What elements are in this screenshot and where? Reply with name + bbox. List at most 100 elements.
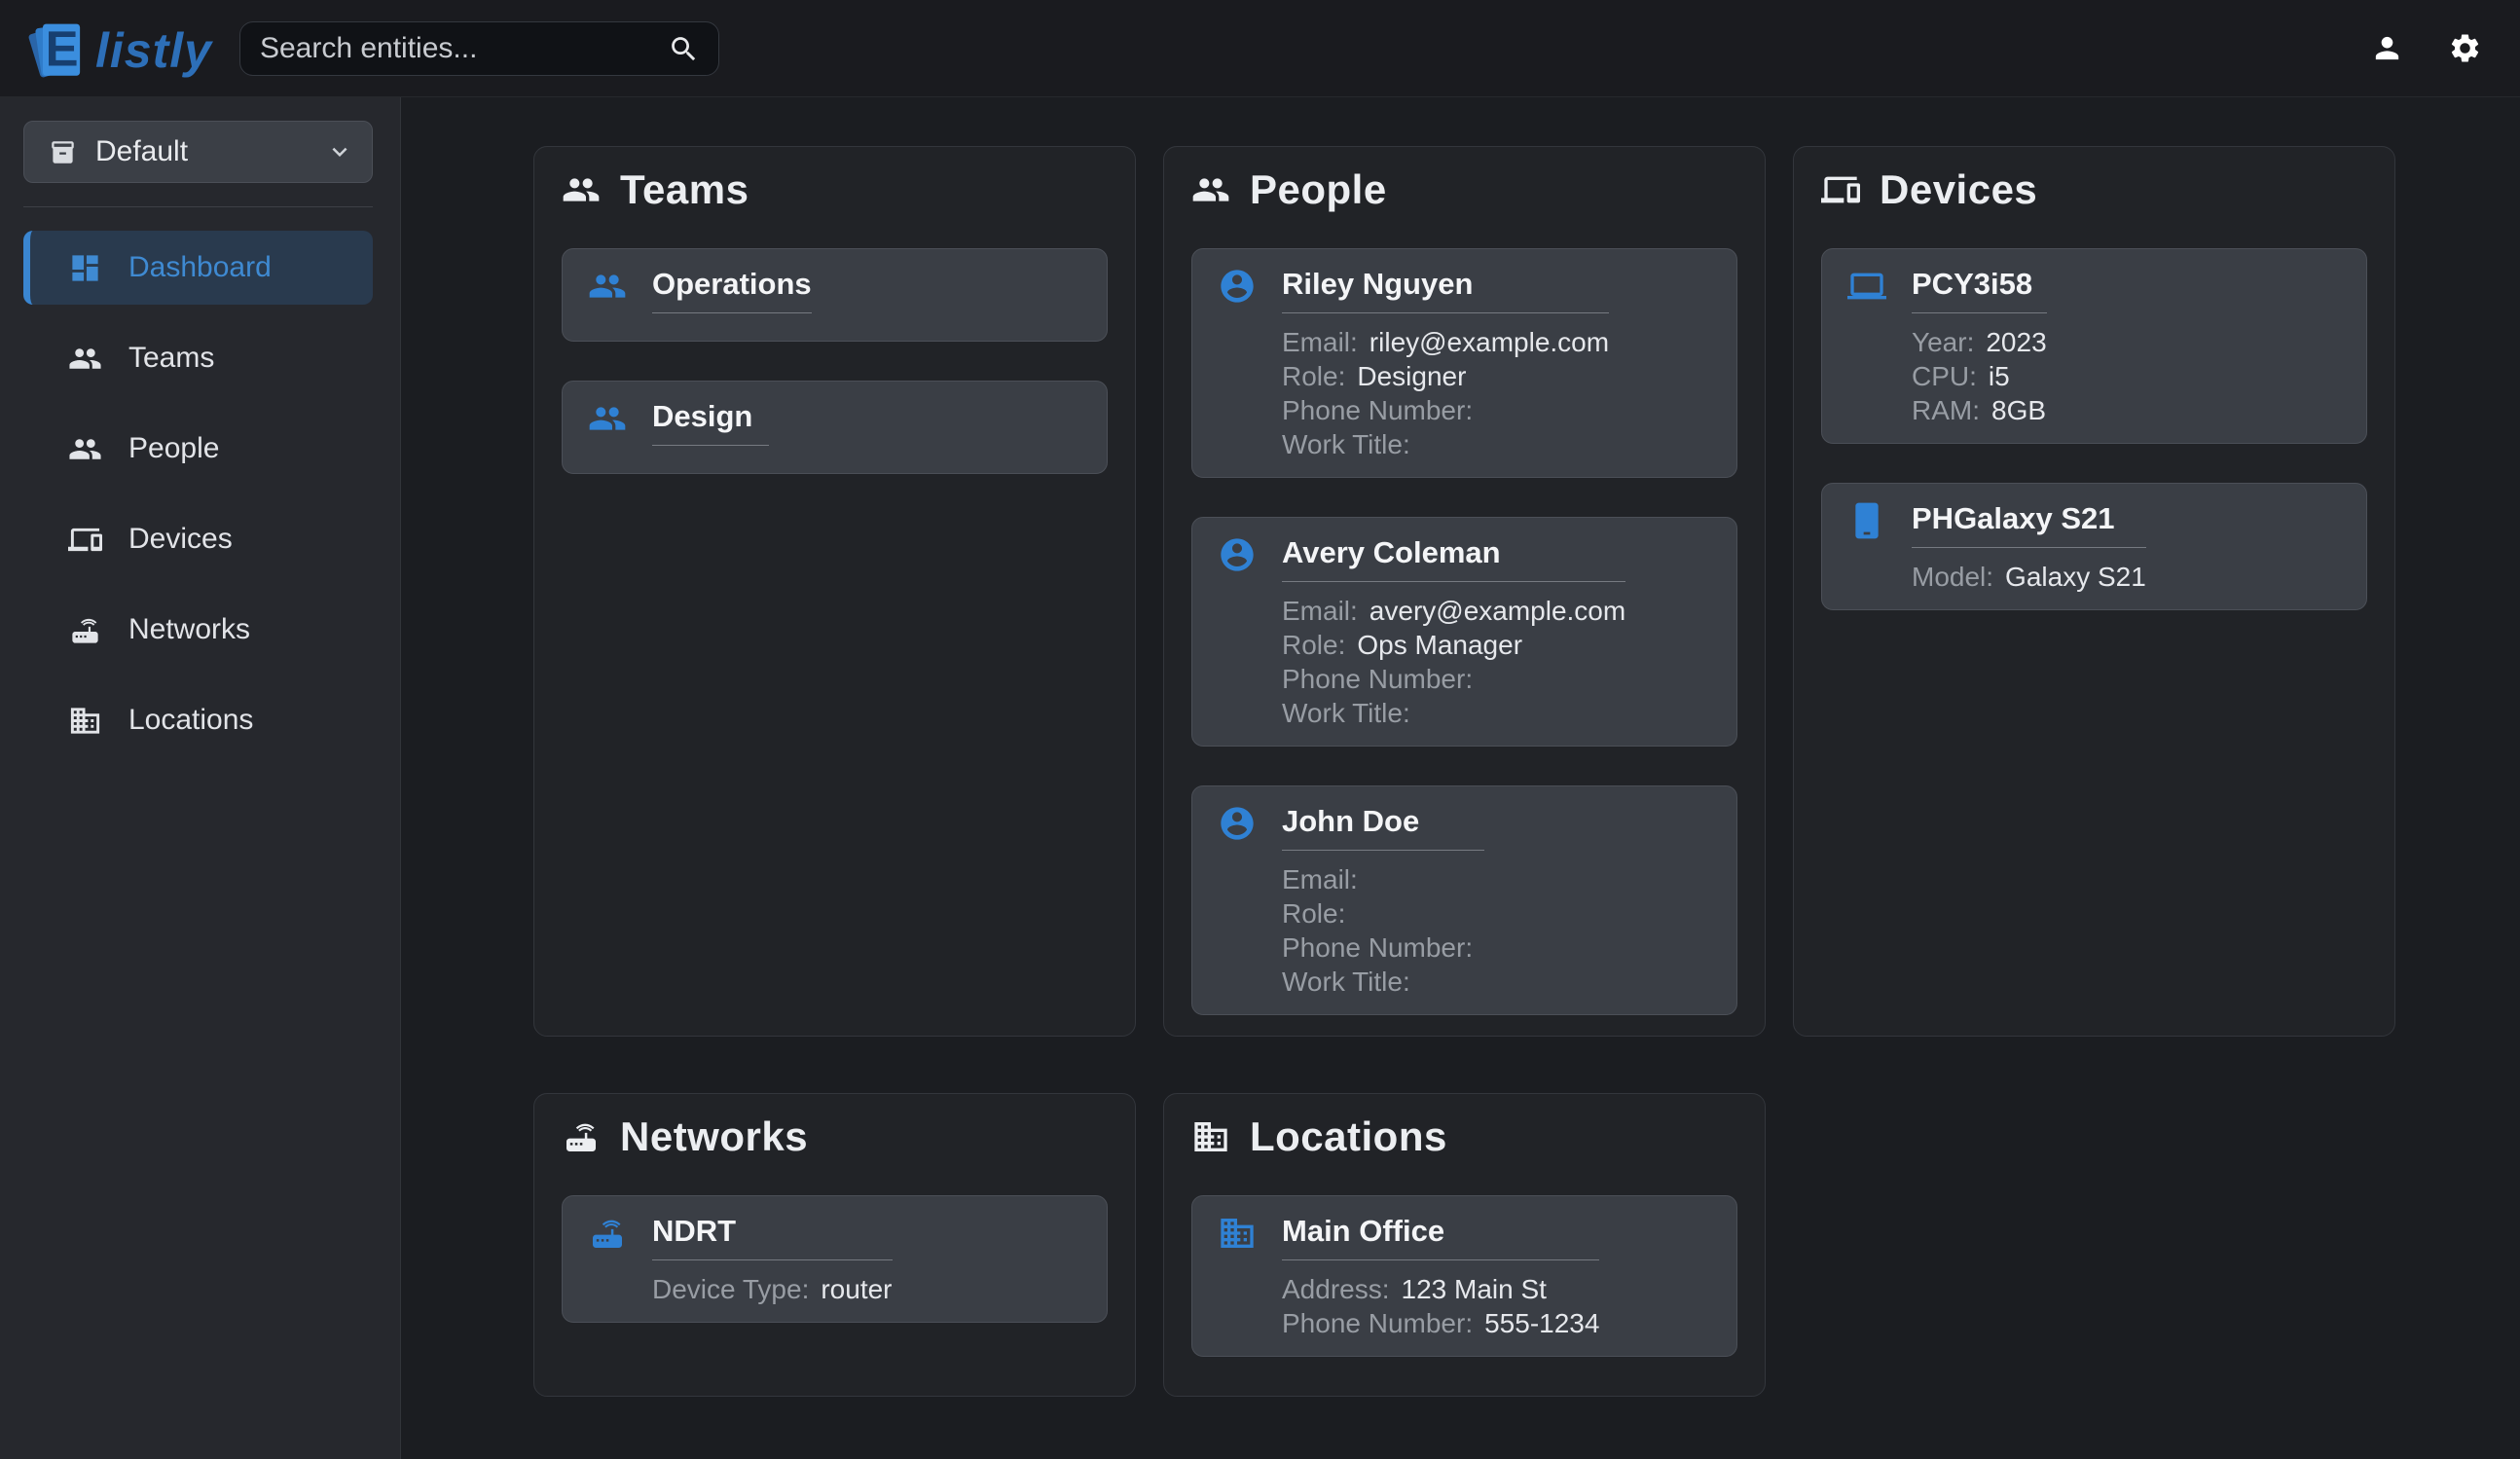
field-value: 2023: [1986, 327, 2046, 357]
user-icon[interactable]: [2370, 31, 2404, 65]
entry-title: John Doe: [1282, 802, 1484, 851]
sidebar-item-locations[interactable]: Locations: [23, 683, 373, 757]
entry-operations[interactable]: Operations: [562, 248, 1108, 342]
search-icon[interactable]: [668, 33, 700, 65]
entry-riley-nguyen[interactable]: Riley Nguyen Email:riley@example.com Rol…: [1191, 248, 1737, 478]
entry-body: Main Office Address:123 Main St Phone Nu…: [1282, 1212, 1599, 1340]
search-input[interactable]: [239, 21, 719, 76]
entry-john-doe[interactable]: John Doe Email: Role: Phone Number: Work…: [1191, 785, 1737, 1015]
card-header: Locations: [1191, 1113, 1737, 1160]
entry-body: John Doe Email: Role: Phone Number: Work…: [1282, 802, 1484, 999]
field-label: Role:: [1282, 630, 1345, 660]
sidebar-nav: Dashboard Teams People Devices Networks …: [23, 231, 373, 757]
sidebar-item-teams[interactable]: Teams: [23, 321, 373, 395]
card-header: Devices: [1821, 166, 2367, 213]
sidebar-item-devices[interactable]: Devices: [23, 502, 373, 576]
card-header: Teams: [562, 166, 1108, 213]
field-label: Address:: [1282, 1274, 1390, 1304]
svg-text:E: E: [46, 20, 79, 76]
field-label: RAM:: [1912, 395, 1980, 425]
entry-body: NDRT Device Type: router: [652, 1212, 893, 1306]
group-icon: [588, 399, 627, 438]
field-value: i5: [1989, 361, 2010, 391]
entry-field: Role:Designer: [1282, 359, 1609, 393]
entry-list: Main Office Address:123 Main St Phone Nu…: [1191, 1195, 1737, 1357]
domain-icon: [1218, 1214, 1257, 1253]
sidebar-item-networks[interactable]: Networks: [23, 593, 373, 667]
building-icon: [68, 704, 102, 738]
entry-field: Phone Number:: [1282, 393, 1609, 427]
group-icon: [588, 267, 627, 306]
sidebar-item-people[interactable]: People: [23, 412, 373, 486]
field-label: Model:: [1912, 562, 1993, 592]
field-label: Phone Number:: [1282, 395, 1473, 425]
smartphone-icon: [1847, 501, 1886, 540]
entry-avery-coleman[interactable]: Avery Coleman Email:avery@example.com Ro…: [1191, 517, 1737, 747]
entry-title: Operations: [652, 265, 812, 313]
dashboard-icon: [68, 251, 102, 285]
entry-field: Phone Number:555-1234: [1282, 1306, 1599, 1340]
field-label: Phone Number:: [1282, 664, 1473, 694]
entry-pcy3i58[interactable]: PCY3i58 Year:2023 CPU:i5 RAM:8GB: [1821, 248, 2367, 444]
app-logo[interactable]: E listly: [21, 13, 212, 85]
entry-field: Year:2023: [1912, 325, 2047, 359]
entry-field: Email:: [1282, 862, 1484, 896]
account-circle-icon: [1218, 804, 1257, 843]
field-label: Role:: [1282, 898, 1345, 929]
entry-field: Phone Number:: [1282, 662, 1625, 696]
sidebar-item-dashboard[interactable]: Dashboard: [23, 231, 373, 305]
entry-phgalaxy-s21[interactable]: PHGalaxy S21 Model: Galaxy S21: [1821, 483, 2367, 610]
entry-field: Email: riley@example.com: [1282, 325, 1609, 359]
entry-field: CPU:i5: [1912, 359, 2047, 393]
field-value: riley@example.com: [1370, 327, 1609, 357]
field-label: Device Type:: [652, 1274, 809, 1304]
entry-body: Riley Nguyen Email:riley@example.com Rol…: [1282, 265, 1609, 461]
entry-list: NDRT Device Type: router: [562, 1195, 1108, 1323]
entry-body: Design: [652, 397, 769, 457]
gear-icon[interactable]: [2448, 31, 2482, 65]
field-value: router: [821, 1274, 892, 1304]
entry-list: Riley Nguyen Email:riley@example.com Rol…: [1191, 248, 1737, 1015]
entry-ndrt[interactable]: NDRT Device Type: router: [562, 1195, 1108, 1323]
field-label: Phone Number:: [1282, 1308, 1473, 1338]
laptop-icon: [1847, 267, 1886, 306]
field-value: 123 Main St: [1402, 1274, 1547, 1304]
entry-field: Email:avery@example.com: [1282, 594, 1625, 628]
router-icon: [588, 1214, 627, 1253]
entry-field: Role:Ops Manager: [1282, 628, 1625, 662]
entry-title: Design: [652, 397, 769, 446]
field-label: Email:: [1282, 596, 1358, 626]
card-networks: Networks NDRT Device Type:router: [533, 1093, 1136, 1397]
logo-wordmark: listly: [95, 22, 212, 79]
field-label: Work Title:: [1282, 698, 1410, 728]
entry-title: PHGalaxy S21: [1912, 499, 2146, 548]
entry-field: Address: 123 Main St: [1282, 1272, 1599, 1306]
field-value: Designer: [1357, 361, 1466, 391]
entry-field: Role:: [1282, 896, 1484, 930]
devices-icon: [1821, 170, 1860, 209]
search-box: [239, 21, 719, 76]
entry-design[interactable]: Design: [562, 381, 1108, 474]
entry-list: PCY3i58 Year:2023 CPU:i5 RAM:8GB PHG: [1821, 248, 2367, 610]
sidebar-item-label: Networks: [128, 613, 250, 646]
entry-field: Device Type: router: [652, 1272, 893, 1306]
sidebar-divider: [23, 206, 373, 207]
entry-title: NDRT: [652, 1212, 893, 1260]
card-teams: Teams Operations Design: [533, 146, 1136, 1037]
entry-main-office[interactable]: Main Office Address:123 Main St Phone Nu…: [1191, 1195, 1737, 1357]
entry-field: Work Title:: [1282, 696, 1625, 730]
entry-field: Work Title:: [1282, 965, 1484, 999]
cards-grid: Teams Operations Design People: [533, 146, 2520, 1397]
archive-box-icon: [50, 139, 76, 165]
workspace-selector[interactable]: Default: [23, 121, 373, 183]
entry-title: PCY3i58: [1912, 265, 2047, 313]
field-value: Galaxy S21: [2005, 562, 2146, 592]
field-label: Email:: [1282, 327, 1358, 357]
router-icon: [68, 613, 102, 647]
domain-icon: [1191, 1117, 1230, 1156]
account-circle-icon: [1218, 535, 1257, 574]
entry-field: Work Title:: [1282, 427, 1609, 461]
topbar-actions: [2370, 31, 2482, 65]
chevron-down-icon: [325, 137, 354, 166]
card-devices: Devices PCY3i58 Year:2023 CPU:i5 RAM:8GB: [1793, 146, 2395, 1037]
